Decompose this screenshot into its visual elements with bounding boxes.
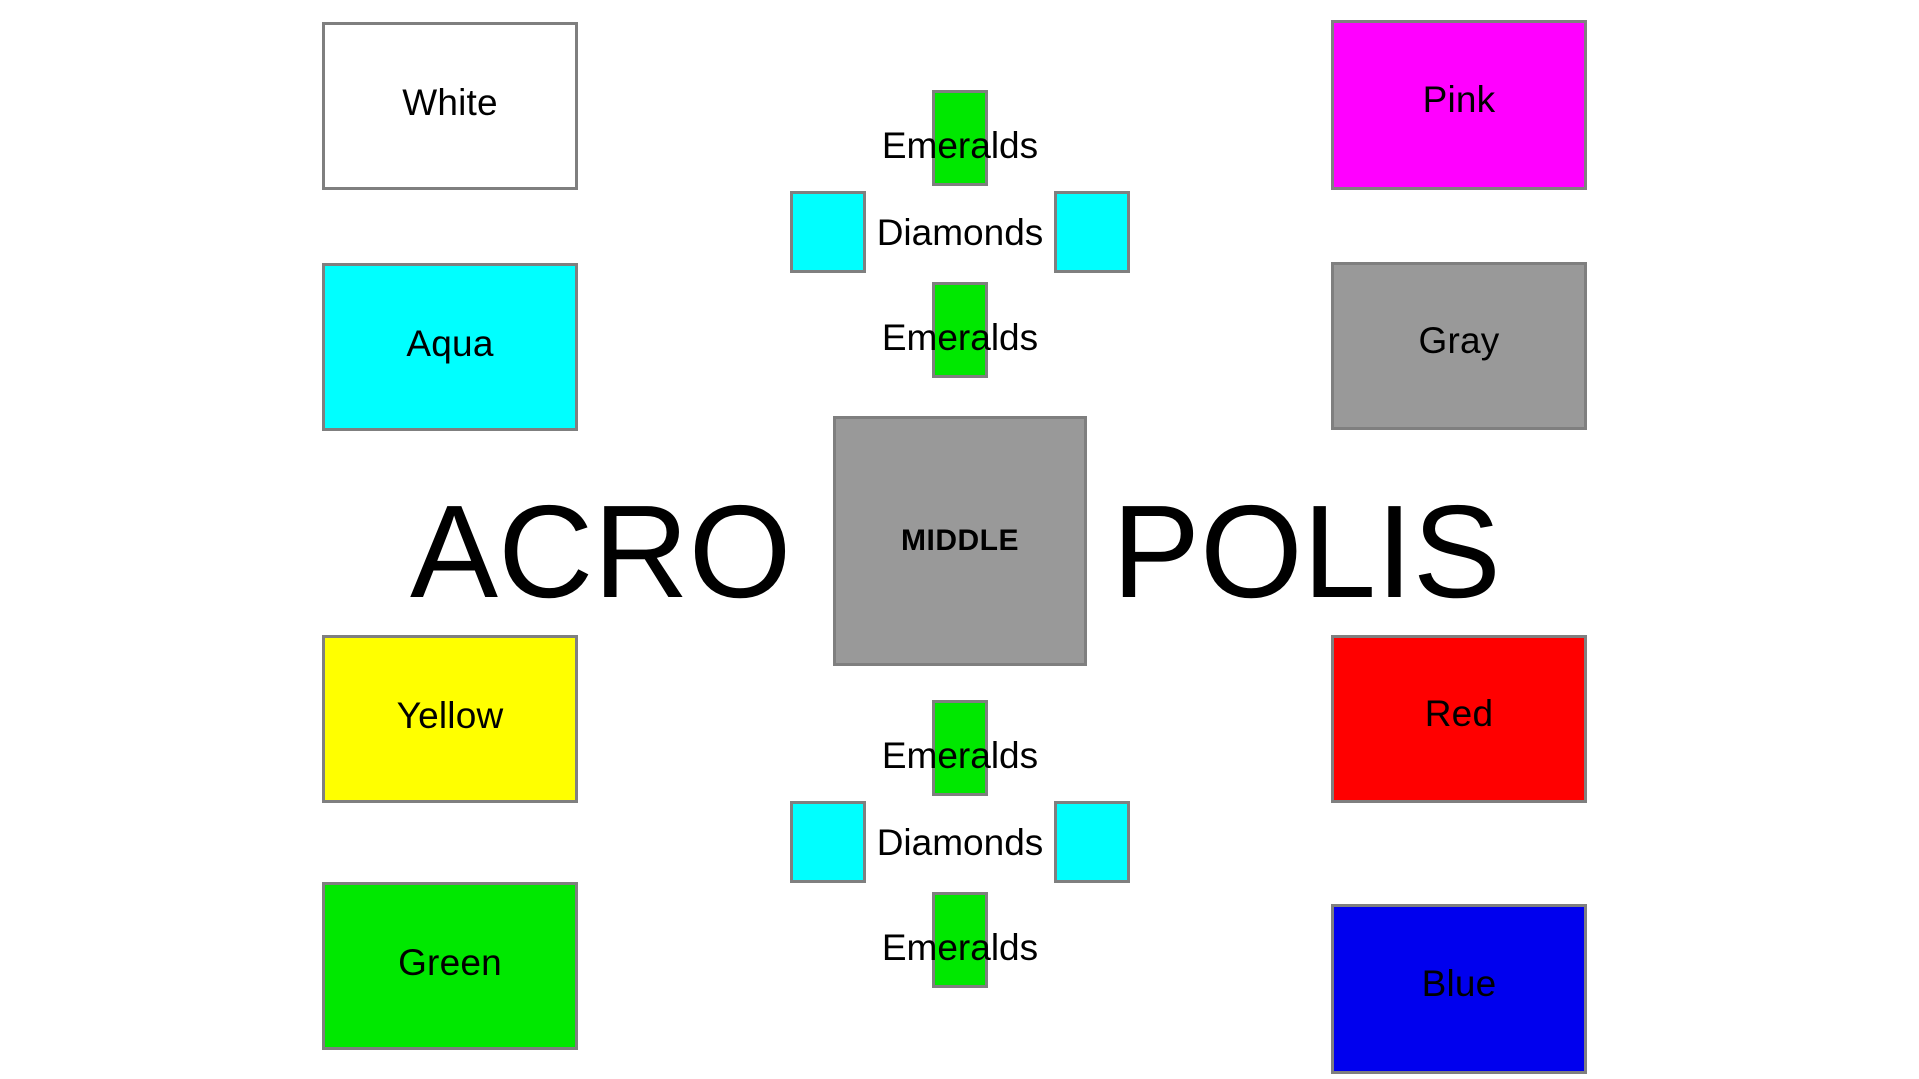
treasure-cluster-top: Emeralds Diamonds Emeralds (790, 90, 1130, 390)
swatch-blue-label: Blue (1421, 962, 1497, 1004)
swatch-gray-label: Gray (1418, 319, 1500, 361)
wordmark-polis: POLIS (1112, 478, 1501, 625)
emerald-box-bottom[interactable] (932, 282, 988, 378)
emerald-box-bottom[interactable] (932, 892, 988, 988)
emerald-box-top[interactable] (932, 90, 988, 186)
swatch-pink[interactable]: Pink (1331, 20, 1587, 190)
swatch-green-label: Green (398, 941, 502, 983)
diamond-box-right[interactable] (1054, 191, 1130, 273)
middle-box[interactable]: MIDDLE (833, 416, 1087, 666)
swatch-white[interactable]: White (322, 22, 578, 190)
swatch-yellow[interactable]: Yellow (322, 635, 578, 803)
wordmark-acro: ACRO (410, 478, 792, 625)
emerald-box-top[interactable] (932, 700, 988, 796)
swatch-yellow-label: Yellow (396, 694, 504, 736)
scene-canvas: White Aqua Yellow Green Pink Gray Red Bl… (0, 0, 1919, 1079)
middle-box-label: MIDDLE (901, 524, 1019, 557)
diamond-box-left[interactable] (790, 191, 866, 273)
swatch-aqua-label: Aqua (406, 322, 494, 364)
swatch-pink-label: Pink (1422, 78, 1496, 120)
swatch-blue[interactable]: Blue (1331, 904, 1587, 1074)
swatch-white-label: White (402, 81, 498, 123)
treasure-cluster-bottom: Emeralds Diamonds Emeralds (790, 700, 1130, 1000)
diamond-box-right[interactable] (1054, 801, 1130, 883)
swatch-green[interactable]: Green (322, 882, 578, 1050)
diamond-box-left[interactable] (790, 801, 866, 883)
swatch-red[interactable]: Red (1331, 635, 1587, 803)
swatch-gray[interactable]: Gray (1331, 262, 1587, 430)
swatch-aqua[interactable]: Aqua (322, 263, 578, 431)
swatch-red-label: Red (1424, 692, 1494, 734)
